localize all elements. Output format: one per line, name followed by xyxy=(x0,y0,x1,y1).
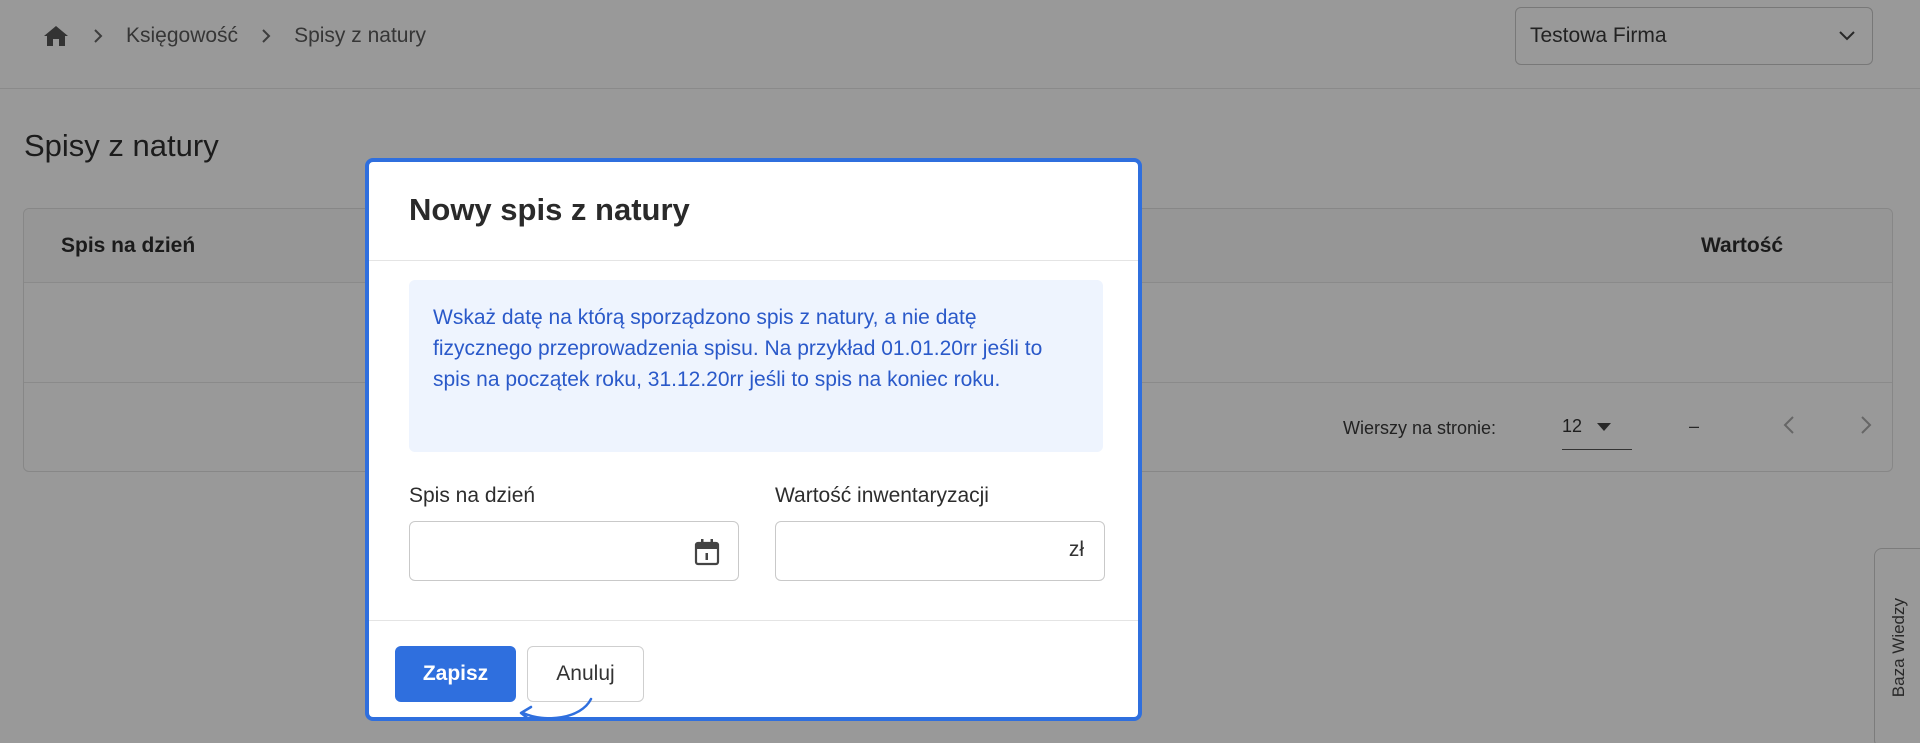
calendar-icon[interactable] xyxy=(694,538,720,566)
info-alert-text: Wskaż datę na którą sporządzono spis z n… xyxy=(433,306,1043,391)
dialog-footer: Zapisz Anuluj xyxy=(369,620,1138,717)
curved-arrow-icon xyxy=(519,697,593,717)
currency-suffix: zł xyxy=(1068,538,1084,561)
info-alert: Wskaż datę na którą sporządzono spis z n… xyxy=(409,280,1103,452)
date-field-label: Spis na dzień xyxy=(409,484,536,507)
dialog-title: Nowy spis z natury xyxy=(409,192,690,227)
value-field[interactable]: zł xyxy=(775,521,1105,581)
save-button[interactable]: Zapisz xyxy=(395,646,516,702)
new-inventory-dialog: Nowy spis z natury Wskaż datę na którą s… xyxy=(365,158,1142,721)
value-field-label: Wartość inwentaryzacji xyxy=(775,484,989,507)
date-field[interactable] xyxy=(409,521,739,581)
dialog-header: Nowy spis z natury xyxy=(369,162,1138,261)
cancel-button[interactable]: Anuluj xyxy=(527,646,644,702)
